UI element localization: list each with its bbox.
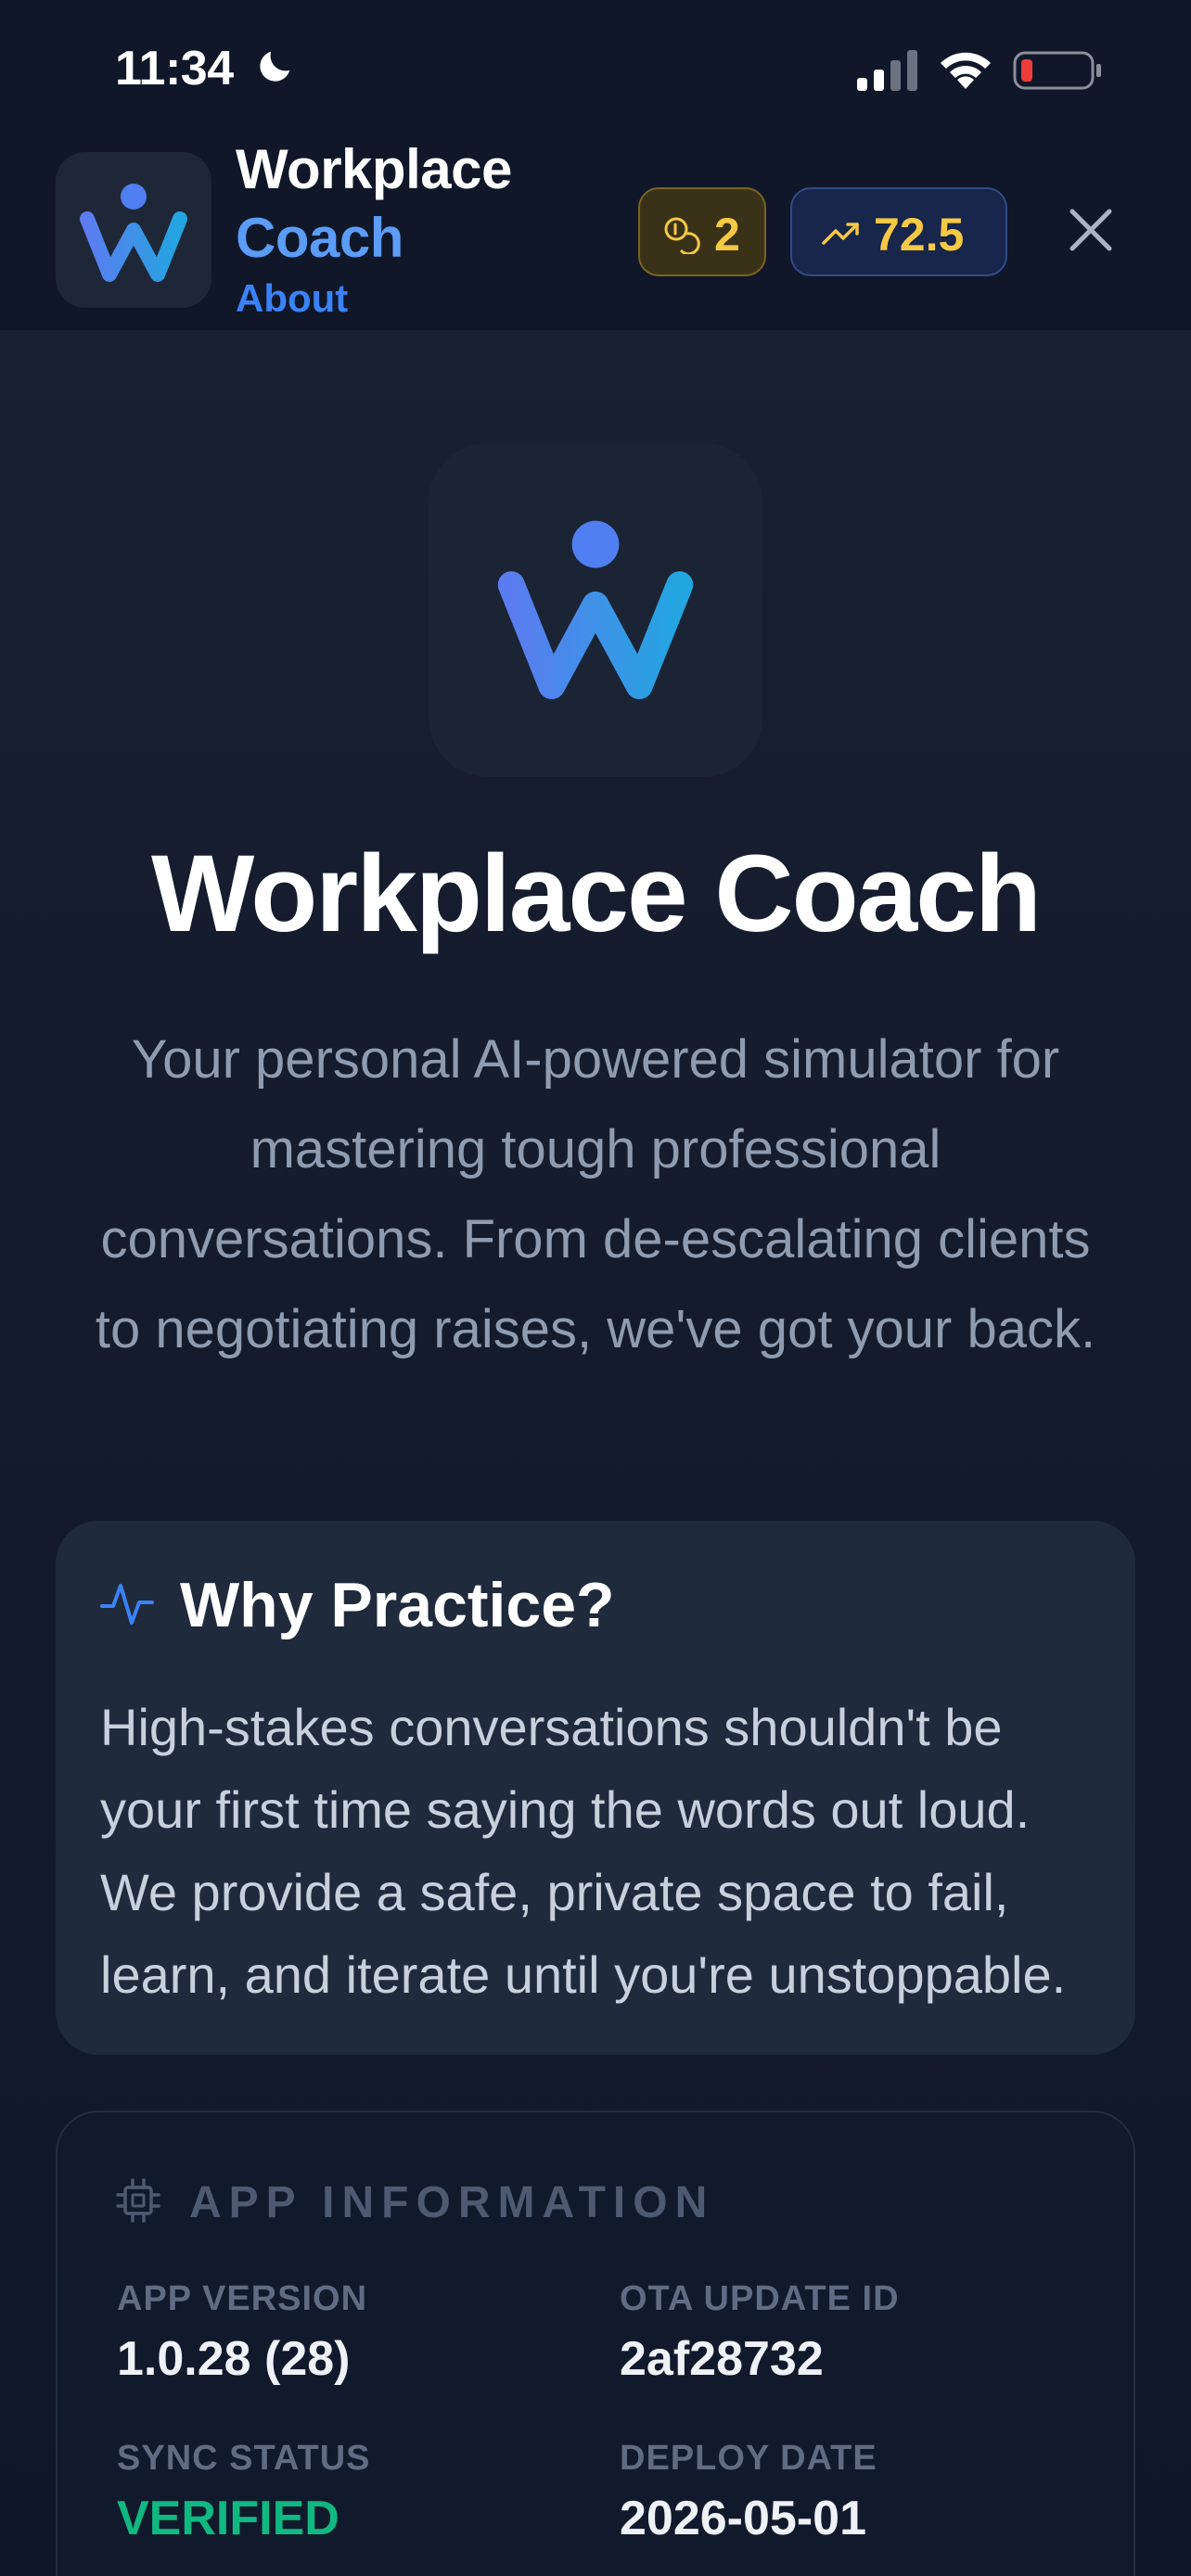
top-bar: 11:34 Workplace Coach About 2 72.5 (0, 0, 1191, 330)
header-title-accent: Coach (236, 207, 403, 269)
header-logo (56, 152, 211, 308)
page-title: Workplace Coach (150, 833, 1042, 955)
moon-icon (260, 51, 290, 82)
header-title: Workplace (236, 138, 512, 200)
activity-pulse-icon (100, 1584, 154, 1625)
why-practice-body: High-stakes conversations shouldn't be y… (100, 1698, 1067, 2004)
app-info-card: APP INFORMATION APP VERSION 1.0.28 (28) … (56, 2111, 1135, 2576)
app-version-value: 1.0.28 (28) (117, 2332, 351, 2386)
why-practice-title: Why Practice? (180, 1570, 615, 1640)
coins-value: 2 (714, 209, 740, 261)
ota-update-id-label: OTA UPDATE ID (620, 2279, 900, 2318)
ota-update-id-value: 2af28732 (620, 2332, 824, 2386)
score-badge[interactable]: 72.5 (790, 187, 1007, 276)
sync-status-label: SYNC STATUS (117, 2439, 371, 2478)
page-description: Your personal AI-powered simulator for m… (95, 1029, 1096, 1359)
coins-badge[interactable]: 2 (638, 187, 766, 276)
cellular-signal-icon (857, 50, 917, 91)
why-practice-card: Why Practice? High-stakes conversations … (56, 1521, 1135, 2055)
status-time: 11:34 (115, 42, 234, 96)
deploy-date-label: DEPLOY DATE (620, 2439, 877, 2478)
trending-up-icon (822, 223, 859, 245)
hero-logo (429, 443, 762, 777)
workplace-coach-logo (80, 184, 187, 282)
close-icon[interactable] (1065, 204, 1117, 256)
battery-low-icon (1013, 51, 1101, 90)
deploy-date-value: 2026-05-01 (620, 2492, 866, 2545)
score-value: 72.5 (874, 209, 965, 261)
app-version-label: APP VERSION (117, 2279, 368, 2318)
wifi-icon (941, 52, 991, 89)
app-info-title: APP INFORMATION (189, 2178, 715, 2227)
coins-icon (664, 217, 700, 254)
workplace-coach-logo (497, 520, 694, 699)
about-screen: 11:34 Workplace Coach About 2 72.5 Workp… (0, 0, 1191, 2576)
cpu-chip-icon (116, 2178, 160, 2223)
sync-status-value: VERIFIED (117, 2492, 339, 2545)
header-subtitle: About (236, 276, 349, 320)
